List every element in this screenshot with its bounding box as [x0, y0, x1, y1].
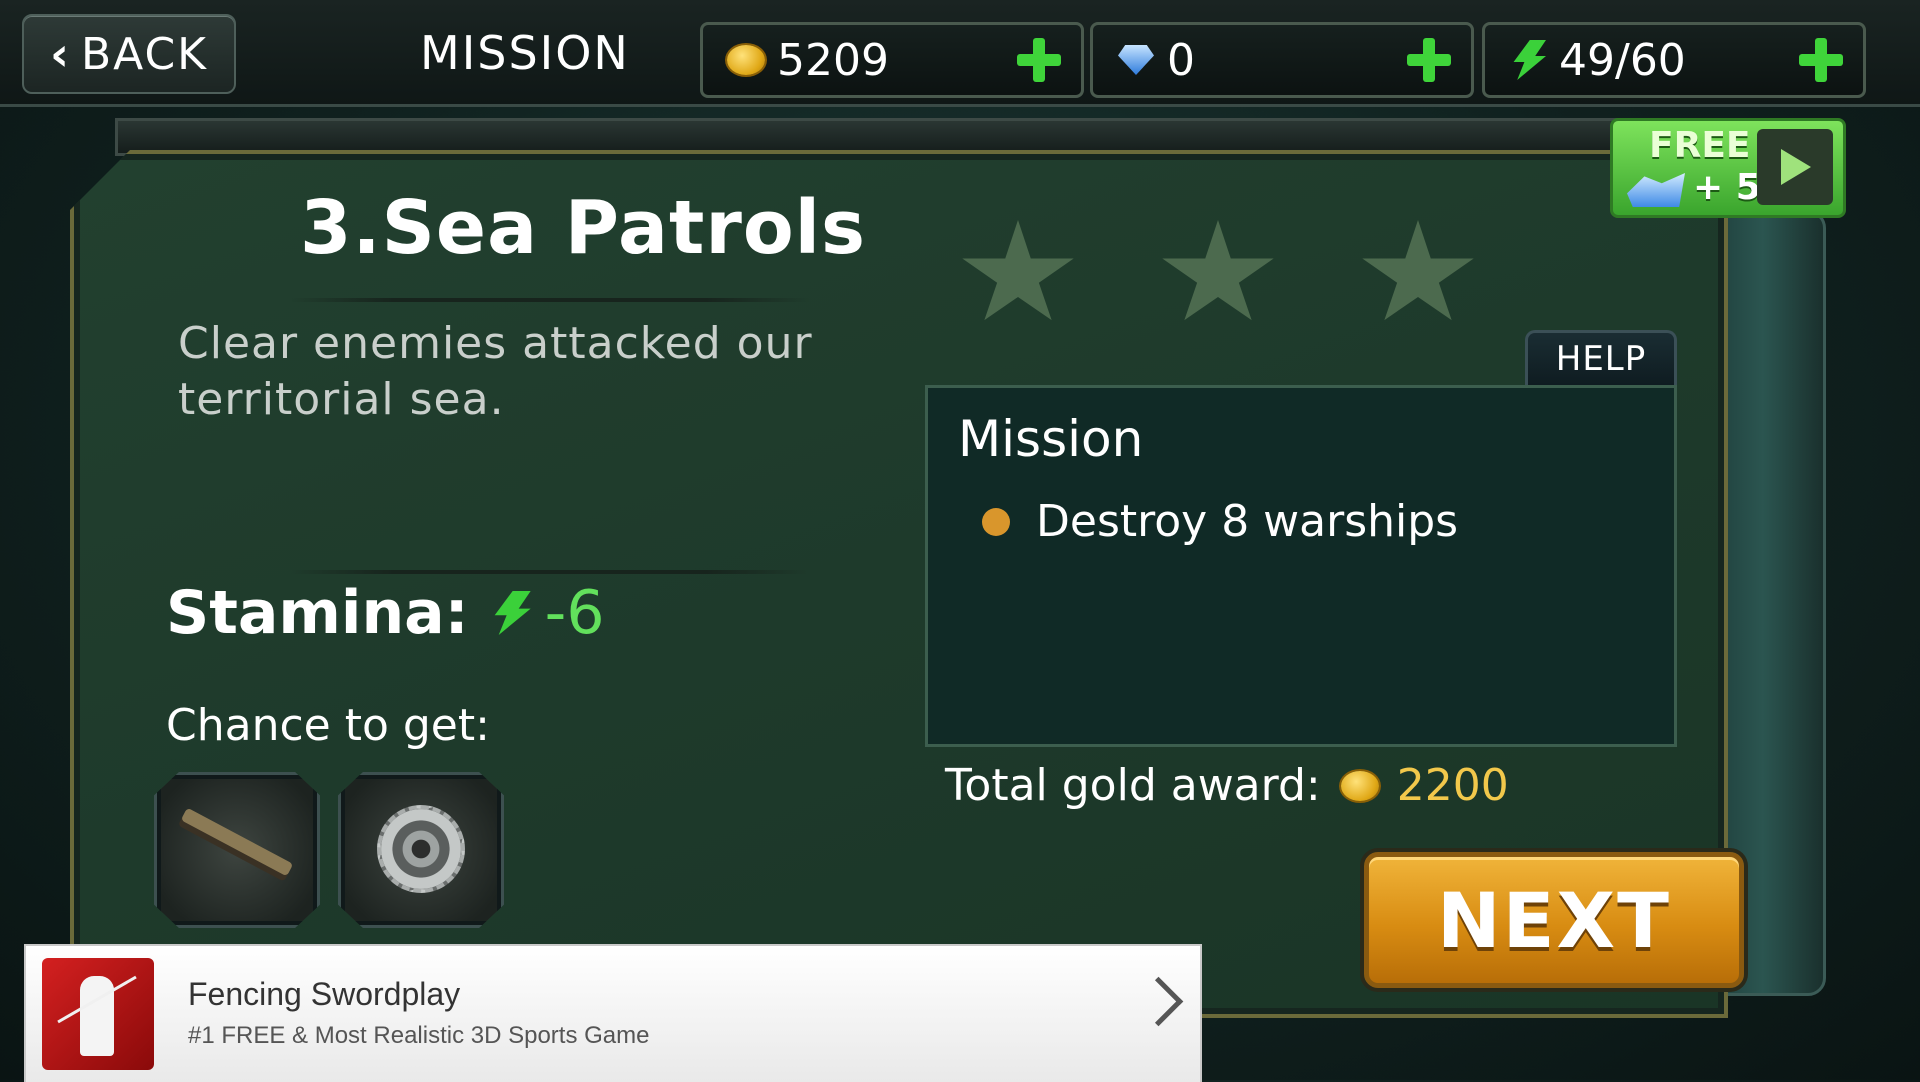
ad-banner[interactable]: Fencing Swordplay #1 FREE & Most Realist… — [24, 944, 1202, 1082]
chevron-left-icon: ‹ — [49, 27, 71, 81]
free-bonus: + 5 — [1693, 167, 1761, 208]
free-label: FREE — [1649, 125, 1751, 166]
gold-value: 5209 — [777, 34, 889, 86]
help-button[interactable]: HELP — [1525, 330, 1677, 385]
objectives-title: Mission — [958, 410, 1144, 468]
gold-award-amount: 2200 — [1396, 760, 1509, 811]
chance-label: Chance to get: — [166, 700, 490, 751]
divider — [290, 298, 810, 302]
gold-award-label: Total gold award: — [945, 760, 1321, 811]
diamond-icon — [1115, 39, 1157, 81]
stamina-label: Stamina: — [166, 578, 469, 648]
star-rating — [960, 220, 1476, 330]
gem-value: 0 — [1167, 34, 1195, 86]
back-label: BACK — [80, 28, 209, 80]
add-gold-button[interactable] — [1011, 32, 1067, 88]
reward-item-rifle[interactable] — [154, 772, 320, 928]
gold-counter: 5209 — [700, 22, 1084, 98]
free-gems-video-button[interactable]: FREE + 5 — [1610, 118, 1846, 218]
coin-icon — [1340, 770, 1379, 801]
gear-icon — [377, 805, 465, 893]
stamina-cost-value: -6 — [544, 578, 605, 648]
mission-objectives-box: Mission Destroy 8 warships — [925, 385, 1677, 747]
ad-title: Fencing Swordplay — [188, 976, 461, 1012]
stamina-cost: Stamina: -6 — [166, 578, 605, 648]
gems-icon — [1627, 173, 1685, 207]
back-button[interactable]: ‹ BACK — [22, 14, 236, 94]
bolt-icon — [1507, 39, 1549, 81]
gem-counter: 0 — [1090, 22, 1474, 98]
star-icon — [962, 220, 1074, 321]
bolt-icon — [494, 591, 531, 635]
mission-title: 3.Sea Patrols — [300, 185, 867, 271]
objective-text: Destroy 8 warships — [1036, 496, 1459, 547]
video-play-icon — [1757, 129, 1833, 205]
divider — [290, 570, 810, 574]
mission-description: Clear enemies attacked our territorial s… — [178, 318, 813, 425]
objective-item: Destroy 8 warships — [982, 496, 1458, 547]
gold-award: Total gold award: 2200 — [945, 760, 1509, 811]
next-button[interactable]: NEXT — [1364, 852, 1744, 988]
screen-title: MISSION — [420, 26, 630, 80]
ad-subtitle: #1 FREE & Most Realistic 3D Sports Game — [188, 1022, 650, 1049]
ad-thumbnail — [42, 958, 154, 1070]
add-gems-button[interactable] — [1401, 32, 1457, 88]
bullet-icon — [982, 507, 1010, 536]
chevron-right-icon[interactable] — [1133, 976, 1184, 1027]
reward-item-gear[interactable] — [338, 772, 504, 928]
add-stamina-button[interactable] — [1793, 32, 1849, 88]
coin-icon — [725, 39, 767, 81]
stamina-counter: 49/60 — [1482, 22, 1866, 98]
star-icon — [1162, 220, 1274, 321]
star-icon — [1362, 220, 1474, 321]
rifle-icon — [180, 807, 294, 877]
stamina-value: 49/60 — [1559, 34, 1686, 86]
top-bar: ‹ BACK MISSION 5209 0 49/60 — [0, 0, 1920, 107]
